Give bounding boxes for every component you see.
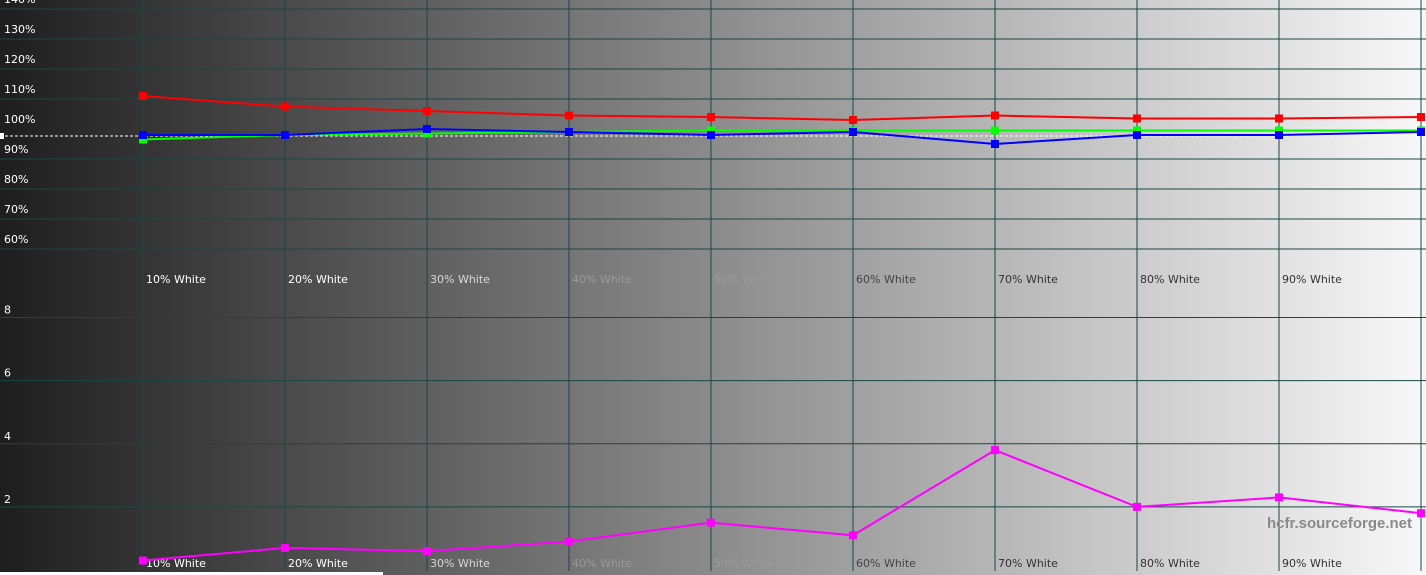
deltae-series-point: [1275, 493, 1283, 502]
green-series-point: [991, 126, 999, 135]
top-y-tick-label: 100%: [4, 113, 35, 126]
bottom-category-label: 20% White: [288, 557, 348, 570]
blue-series-point: [281, 131, 289, 139]
bottom-y-tick-label: 4: [4, 430, 11, 443]
deltae-series-point: [423, 547, 431, 556]
chart-root: 140% 130% 120% 110% 100% 90% 80% 70% 60% 8 6 4 2 10% …: [0, 0, 1426, 575]
top-y-tick-label: 130%: [4, 23, 35, 36]
top-y-tick-label: 80%: [4, 173, 28, 186]
bottom-category-label: 90% White: [1282, 557, 1342, 570]
top-category-label: 30% White: [430, 273, 490, 286]
red-series-point: [1275, 114, 1283, 123]
deltae-series-point: [281, 543, 289, 552]
bottom-y-tick-label: 2: [4, 493, 11, 506]
blue-series-point: [139, 131, 147, 139]
top-category-label: 20% White: [288, 273, 348, 286]
blue-series-point: [1417, 128, 1425, 136]
deltae-series-point: [1133, 502, 1141, 511]
blue-series-point: [1133, 131, 1141, 139]
bottom-category-label: 80% White: [1140, 557, 1200, 570]
bottom-category-label: 40% White: [572, 557, 632, 570]
reference-marker: [0, 133, 4, 139]
deltae-series-point: [139, 556, 147, 565]
deltae-series-point: [1417, 509, 1425, 518]
blue-series-point: [849, 128, 857, 136]
top-y-tick-label: 60%: [4, 233, 28, 246]
top-category-label: 10% White: [146, 273, 206, 286]
red-series-point: [991, 111, 999, 120]
bottom-y-tick-label: 6: [4, 367, 11, 380]
red-series-point: [139, 92, 147, 100]
deltae-series-point: [565, 537, 573, 546]
top-y-tick-label: 120%: [4, 53, 35, 66]
top-category-label: 40% White: [572, 273, 632, 286]
deltae-series-point: [707, 518, 715, 527]
red-series-point: [423, 107, 431, 115]
top-category-label: 80% White: [1140, 273, 1200, 286]
bottom-category-label: 60% White: [856, 557, 916, 570]
red-series-point: [565, 111, 573, 120]
top-category-label: 60% White: [856, 273, 916, 286]
blue-series-point: [991, 140, 999, 148]
top-y-tick-label: 140%: [4, 0, 35, 6]
red-series-point: [1133, 114, 1141, 123]
red-series-point: [1417, 113, 1425, 121]
chart-background: [0, 0, 1426, 575]
bottom-category-label: 50% White: [714, 557, 774, 570]
top-category-label: 70% White: [998, 273, 1058, 286]
red-series-point: [281, 102, 289, 111]
red-series-point: [707, 113, 715, 121]
top-y-tick-label: 90%: [4, 143, 28, 156]
top-y-tick-label: 110%: [4, 83, 35, 96]
bottom-category-label: 30% White: [430, 557, 490, 570]
bottom-y-tick-label: 8: [4, 304, 11, 317]
deltae-series-point: [991, 446, 999, 455]
rgb-balance-deltae-chart: 140% 130% 120% 110% 100% 90% 80% 70% 60% 8 6 4 2 10% …: [0, 0, 1426, 575]
blue-series-point: [707, 131, 715, 139]
red-series-point: [849, 116, 857, 124]
watermark: hcfr.sourceforge.net: [1267, 515, 1412, 532]
blue-series-point: [565, 128, 573, 136]
top-category-label: 50% White: [714, 273, 774, 286]
blue-series-point: [1275, 131, 1283, 139]
top-category-label: 90% White: [1282, 273, 1342, 286]
bottom-category-label: 70% White: [998, 557, 1058, 570]
blue-series-point: [423, 125, 431, 133]
deltae-series-point: [849, 531, 857, 540]
top-y-tick-label: 70%: [4, 203, 28, 216]
